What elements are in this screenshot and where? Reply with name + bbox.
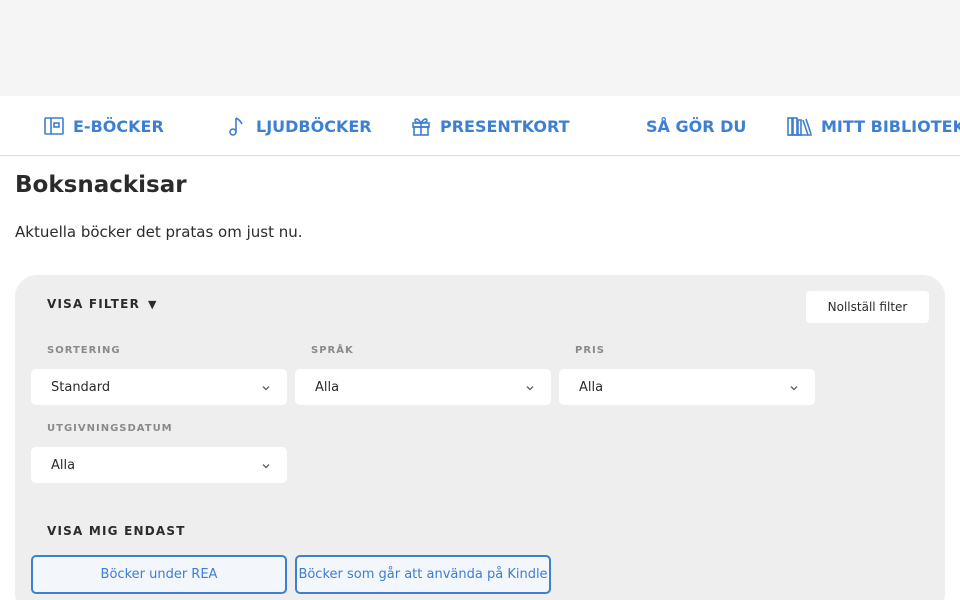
nav-item-giftcards[interactable]: PRESENTKORT — [410, 96, 570, 156]
nav-item-label: SÅ GÖR DU — [646, 116, 747, 136]
release-date-select[interactable]: Alla — [31, 447, 287, 483]
nav-item-label: PRESENTKORT — [440, 116, 570, 136]
show-only-label: VISA MIG ENDAST — [47, 524, 186, 538]
price-select[interactable]: Alla — [559, 369, 815, 405]
sort-label: SORTERING — [47, 345, 121, 356]
show-filter-toggle[interactable]: VISA FILTER ▼ — [47, 297, 158, 311]
gift-icon — [412, 118, 430, 136]
chevron-down-icon — [261, 460, 271, 470]
price-label: PRIS — [575, 345, 605, 356]
book-icon — [44, 117, 64, 135]
filter-panel: VISA FILTER ▼ Nollställ filter SORTERING… — [15, 275, 945, 600]
release-date-label: UTGIVNINGSDATUM — [47, 423, 173, 434]
nav-item-ebooks[interactable]: E-BÖCKER — [43, 96, 164, 156]
top-banner — [0, 0, 960, 96]
sale-books-toggle[interactable]: Böcker under REA — [31, 555, 287, 594]
page-title: Boksnackisar — [15, 172, 187, 198]
nav-item-my-library[interactable]: MITT BIBLIOTEK — [787, 96, 960, 156]
kindle-books-toggle[interactable]: Böcker som går att använda på Kindle — [295, 555, 551, 594]
music-note-icon — [229, 117, 243, 136]
release-date-value: Alla — [51, 457, 76, 473]
chevron-down-icon — [261, 382, 271, 392]
nav-item-label: LJUDBÖCKER — [256, 116, 372, 136]
chevron-down-icon — [789, 382, 799, 392]
sort-select[interactable]: Standard — [31, 369, 287, 405]
reset-filter-button[interactable]: Nollställ filter — [806, 291, 929, 323]
sort-value: Standard — [51, 379, 111, 395]
chevron-down-icon — [525, 382, 535, 392]
page-subtitle: Aktuella böcker det pratas om just nu. — [15, 223, 303, 241]
library-icon — [787, 117, 812, 136]
main-nav: E-BÖCKER LJUDBÖCKER PRESENTKORT SÅ GÖR D… — [0, 96, 960, 156]
language-select[interactable]: Alla — [295, 369, 551, 405]
price-value: Alla — [579, 379, 604, 395]
nav-item-label: MITT BIBLIOTEK — [821, 116, 960, 136]
show-filter-label: VISA FILTER — [47, 297, 141, 311]
nav-item-audiobooks[interactable]: LJUDBÖCKER — [226, 96, 372, 156]
caret-down-icon: ▼ — [148, 297, 158, 311]
language-value: Alla — [315, 379, 340, 395]
nav-item-label: E-BÖCKER — [73, 116, 164, 136]
language-label: SPRÅK — [311, 345, 354, 356]
nav-item-how-to[interactable]: SÅ GÖR DU — [646, 96, 746, 156]
